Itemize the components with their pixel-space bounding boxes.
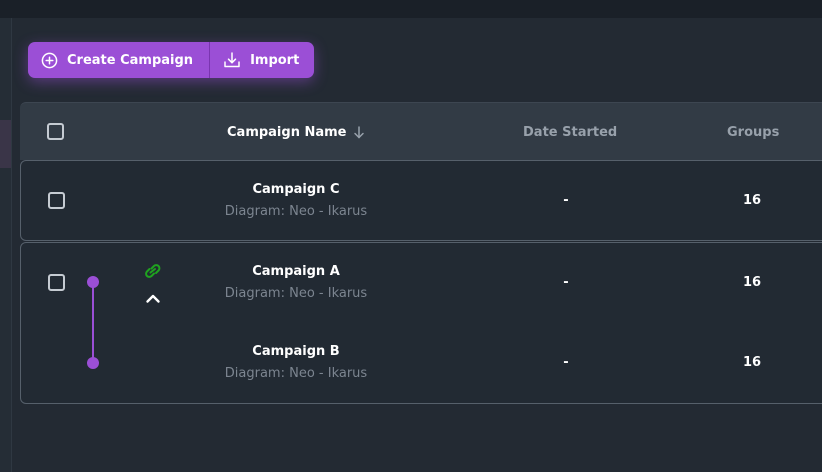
plus-circle-icon: [41, 52, 58, 68]
linked-campaign-group: Campaign A Diagram: Neo - Ikarus - 16 Ca…: [20, 242, 822, 404]
create-campaign-button[interactable]: Create Campaign: [28, 42, 211, 78]
campaign-name-cell: Campaign C Diagram: Neo - Ikarus: [146, 182, 446, 220]
select-all-checkbox[interactable]: [47, 123, 64, 140]
table-header: Campaign Name Date Started Groups: [20, 102, 822, 160]
date-started-value: -: [563, 275, 569, 290]
row-checkbox[interactable]: [48, 192, 65, 209]
campaign-diagram: Diagram: Neo - Ikarus: [224, 204, 368, 219]
campaign-diagram: Diagram: Neo - Ikarus: [224, 366, 368, 381]
date-started-value: -: [563, 193, 569, 208]
left-rail: [0, 18, 12, 472]
column-header-groups[interactable]: Groups: [727, 103, 779, 161]
link-connector-dot: [87, 357, 99, 369]
download-icon: [224, 52, 240, 68]
row-checkbox[interactable]: [48, 274, 65, 291]
sort-arrow-down-icon: [353, 125, 365, 139]
campaign-name[interactable]: Campaign B: [146, 344, 446, 360]
column-header-campaign-name-label: Campaign Name: [227, 124, 347, 140]
column-header-campaign-name[interactable]: Campaign Name: [227, 103, 365, 161]
table-row[interactable]: Campaign C Diagram: Neo - Ikarus - 16: [20, 160, 822, 241]
date-started-value: -: [563, 355, 569, 370]
campaign-diagram: Diagram: Neo - Ikarus: [224, 286, 368, 301]
toolbar-button-group: Create Campaign Import: [28, 42, 315, 78]
link-connector-dot: [87, 276, 99, 288]
campaign-name-cell: Campaign A Diagram: Neo - Ikarus: [146, 264, 446, 302]
campaign-name[interactable]: Campaign A: [146, 264, 446, 280]
top-bar: [0, 0, 822, 18]
link-connector-line: [92, 282, 94, 363]
campaign-name-cell: Campaign B Diagram: Neo - Ikarus: [146, 344, 446, 382]
import-button[interactable]: Import: [210, 42, 314, 78]
groups-value: 16: [742, 275, 762, 290]
groups-value: 16: [742, 355, 762, 370]
column-header-date-started[interactable]: Date Started: [523, 103, 617, 161]
create-campaign-label: Create Campaign: [67, 52, 194, 68]
import-label: Import: [250, 52, 300, 68]
left-rail-active-indicator: [0, 120, 11, 168]
campaign-name[interactable]: Campaign C: [146, 182, 446, 198]
groups-value: 16: [742, 193, 762, 208]
